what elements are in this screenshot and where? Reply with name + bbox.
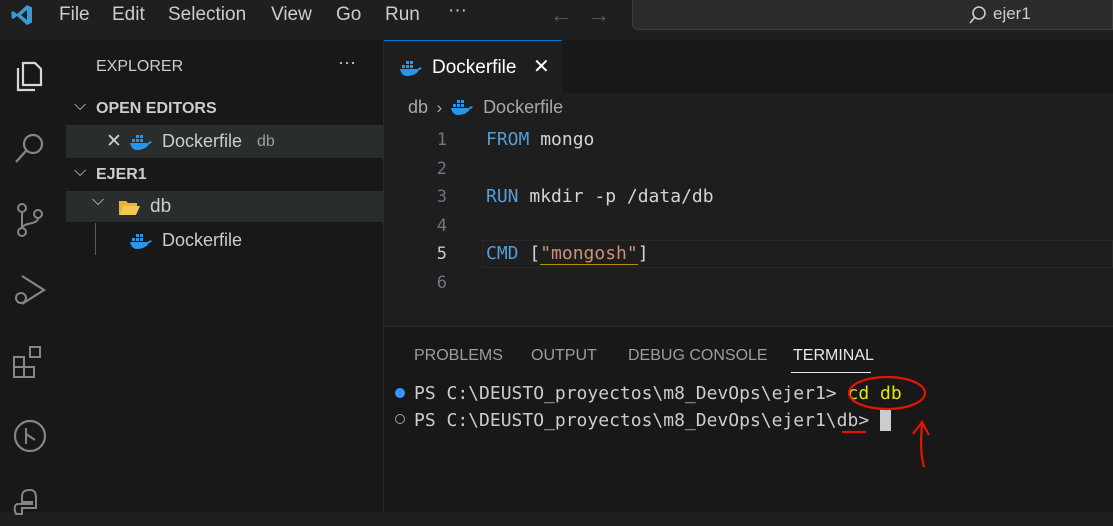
workspace-header[interactable]: ⌵ EJER1 <box>66 163 383 190</box>
explorer-sidebar: EXPLORER ··· ⌵ OPEN EDITORS ✕ Dockerfile… <box>66 40 384 512</box>
docker-icon <box>400 61 422 76</box>
menu-view[interactable]: View <box>271 4 312 26</box>
vscode-logo-icon <box>11 5 32 25</box>
command-pending-dot[interactable] <box>395 414 405 424</box>
docker-icon <box>130 135 152 150</box>
open-editor-filename: Dockerfile <box>162 131 243 151</box>
forward-arrow-icon[interactable]: → <box>588 2 610 28</box>
line-number: 2 <box>436 159 447 179</box>
chevron-right-icon: › <box>436 98 443 117</box>
command-center-search[interactable]: ejer1 <box>632 0 1113 30</box>
chevron-down-icon: ⌵ <box>74 97 87 114</box>
source-control-icon[interactable] <box>10 200 50 240</box>
menu-run[interactable]: Run <box>385 4 420 26</box>
folder-item-db[interactable]: ⌵ db <box>66 191 383 222</box>
editor-tab-bar: Dockerfile ✕ <box>384 40 1113 93</box>
line-number: 4 <box>436 216 447 236</box>
tab-close-icon[interactable]: ✕ <box>533 54 550 79</box>
line-number: 3 <box>436 187 447 207</box>
code-line-1: FROM mongo <box>486 129 595 150</box>
remote-explorer-icon[interactable] <box>10 416 50 456</box>
menu-more[interactable]: ··· <box>448 0 467 22</box>
menu-file[interactable]: File <box>59 4 90 26</box>
search-text: ejer1 <box>993 4 1031 23</box>
explorer-more-button[interactable]: ··· <box>338 52 356 73</box>
line-number-active: 5 <box>436 244 447 264</box>
python-icon[interactable] <box>10 486 50 526</box>
code-line-3: RUN mkdir -p /data/db <box>486 186 714 207</box>
menu-go[interactable]: Go <box>336 4 361 26</box>
close-icon[interactable]: ✕ <box>106 130 122 153</box>
explorer-icon[interactable] <box>11 55 51 95</box>
folder-open-icon <box>119 201 140 215</box>
chevron-down-icon: ⌵ <box>74 163 87 180</box>
folder-label: db <box>150 196 172 217</box>
command-success-dot[interactable] <box>395 388 405 398</box>
docker-icon <box>130 234 152 249</box>
title-bar: File Edit Selection View Go Run ··· ← → … <box>0 0 1113 30</box>
tab-problems[interactable]: PROBLEMS <box>414 347 503 365</box>
file-item-dockerfile[interactable]: Dockerfile <box>66 224 383 257</box>
menu-edit[interactable]: Edit <box>112 4 145 26</box>
line-number: 6 <box>436 273 447 293</box>
terminal-line-2[interactable]: PS C:\DEUSTO_proyectos\m8_DevOps\ejer1\d… <box>414 409 892 431</box>
workspace-heading: EJER1 <box>96 166 147 183</box>
open-editor-item-dockerfile[interactable]: ✕ Dockerfile db <box>66 125 383 158</box>
code-line-5: CMD ["mongosh"] <box>486 243 649 265</box>
line-number: 1 <box>436 130 447 150</box>
docker-icon <box>450 100 473 115</box>
tab-label: Dockerfile <box>432 57 517 78</box>
annotation-markings <box>842 375 930 468</box>
search-icon <box>969 6 986 24</box>
breadcrumb: db › Dockerfile <box>408 97 563 118</box>
activity-bar <box>0 40 66 515</box>
extensions-icon[interactable] <box>10 343 50 383</box>
chevron-down-icon: ⌵ <box>92 192 105 209</box>
open-editors-heading: OPEN EDITORS <box>96 100 217 117</box>
search-activity-icon[interactable] <box>10 128 50 168</box>
open-editor-folder-hint: db <box>257 133 275 150</box>
bottom-panel: PROBLEMS OUTPUT DEBUG CONSOLE TERMINAL P… <box>384 326 1113 512</box>
open-editors-header[interactable]: ⌵ OPEN EDITORS <box>66 97 383 124</box>
breadcrumb-folder[interactable]: db <box>408 97 428 117</box>
string-literal: "mongosh" <box>540 243 638 265</box>
back-arrow-icon[interactable]: ← <box>550 2 572 28</box>
tab-dockerfile[interactable]: Dockerfile ✕ <box>384 40 562 93</box>
file-label: Dockerfile <box>162 230 243 250</box>
tab-debug-console[interactable]: DEBUG CONSOLE <box>628 347 768 365</box>
menu-selection[interactable]: Selection <box>168 4 246 26</box>
tab-output[interactable]: OUTPUT <box>531 347 597 365</box>
code-editor[interactable]: db › Dockerfile 1 2 3 4 5 6 FROM mongo R… <box>384 93 1113 326</box>
breadcrumb-file[interactable]: Dockerfile <box>483 97 563 117</box>
run-debug-icon[interactable] <box>10 270 50 310</box>
explorer-title: EXPLORER <box>96 58 184 75</box>
tab-terminal[interactable]: TERMINAL <box>793 347 874 365</box>
